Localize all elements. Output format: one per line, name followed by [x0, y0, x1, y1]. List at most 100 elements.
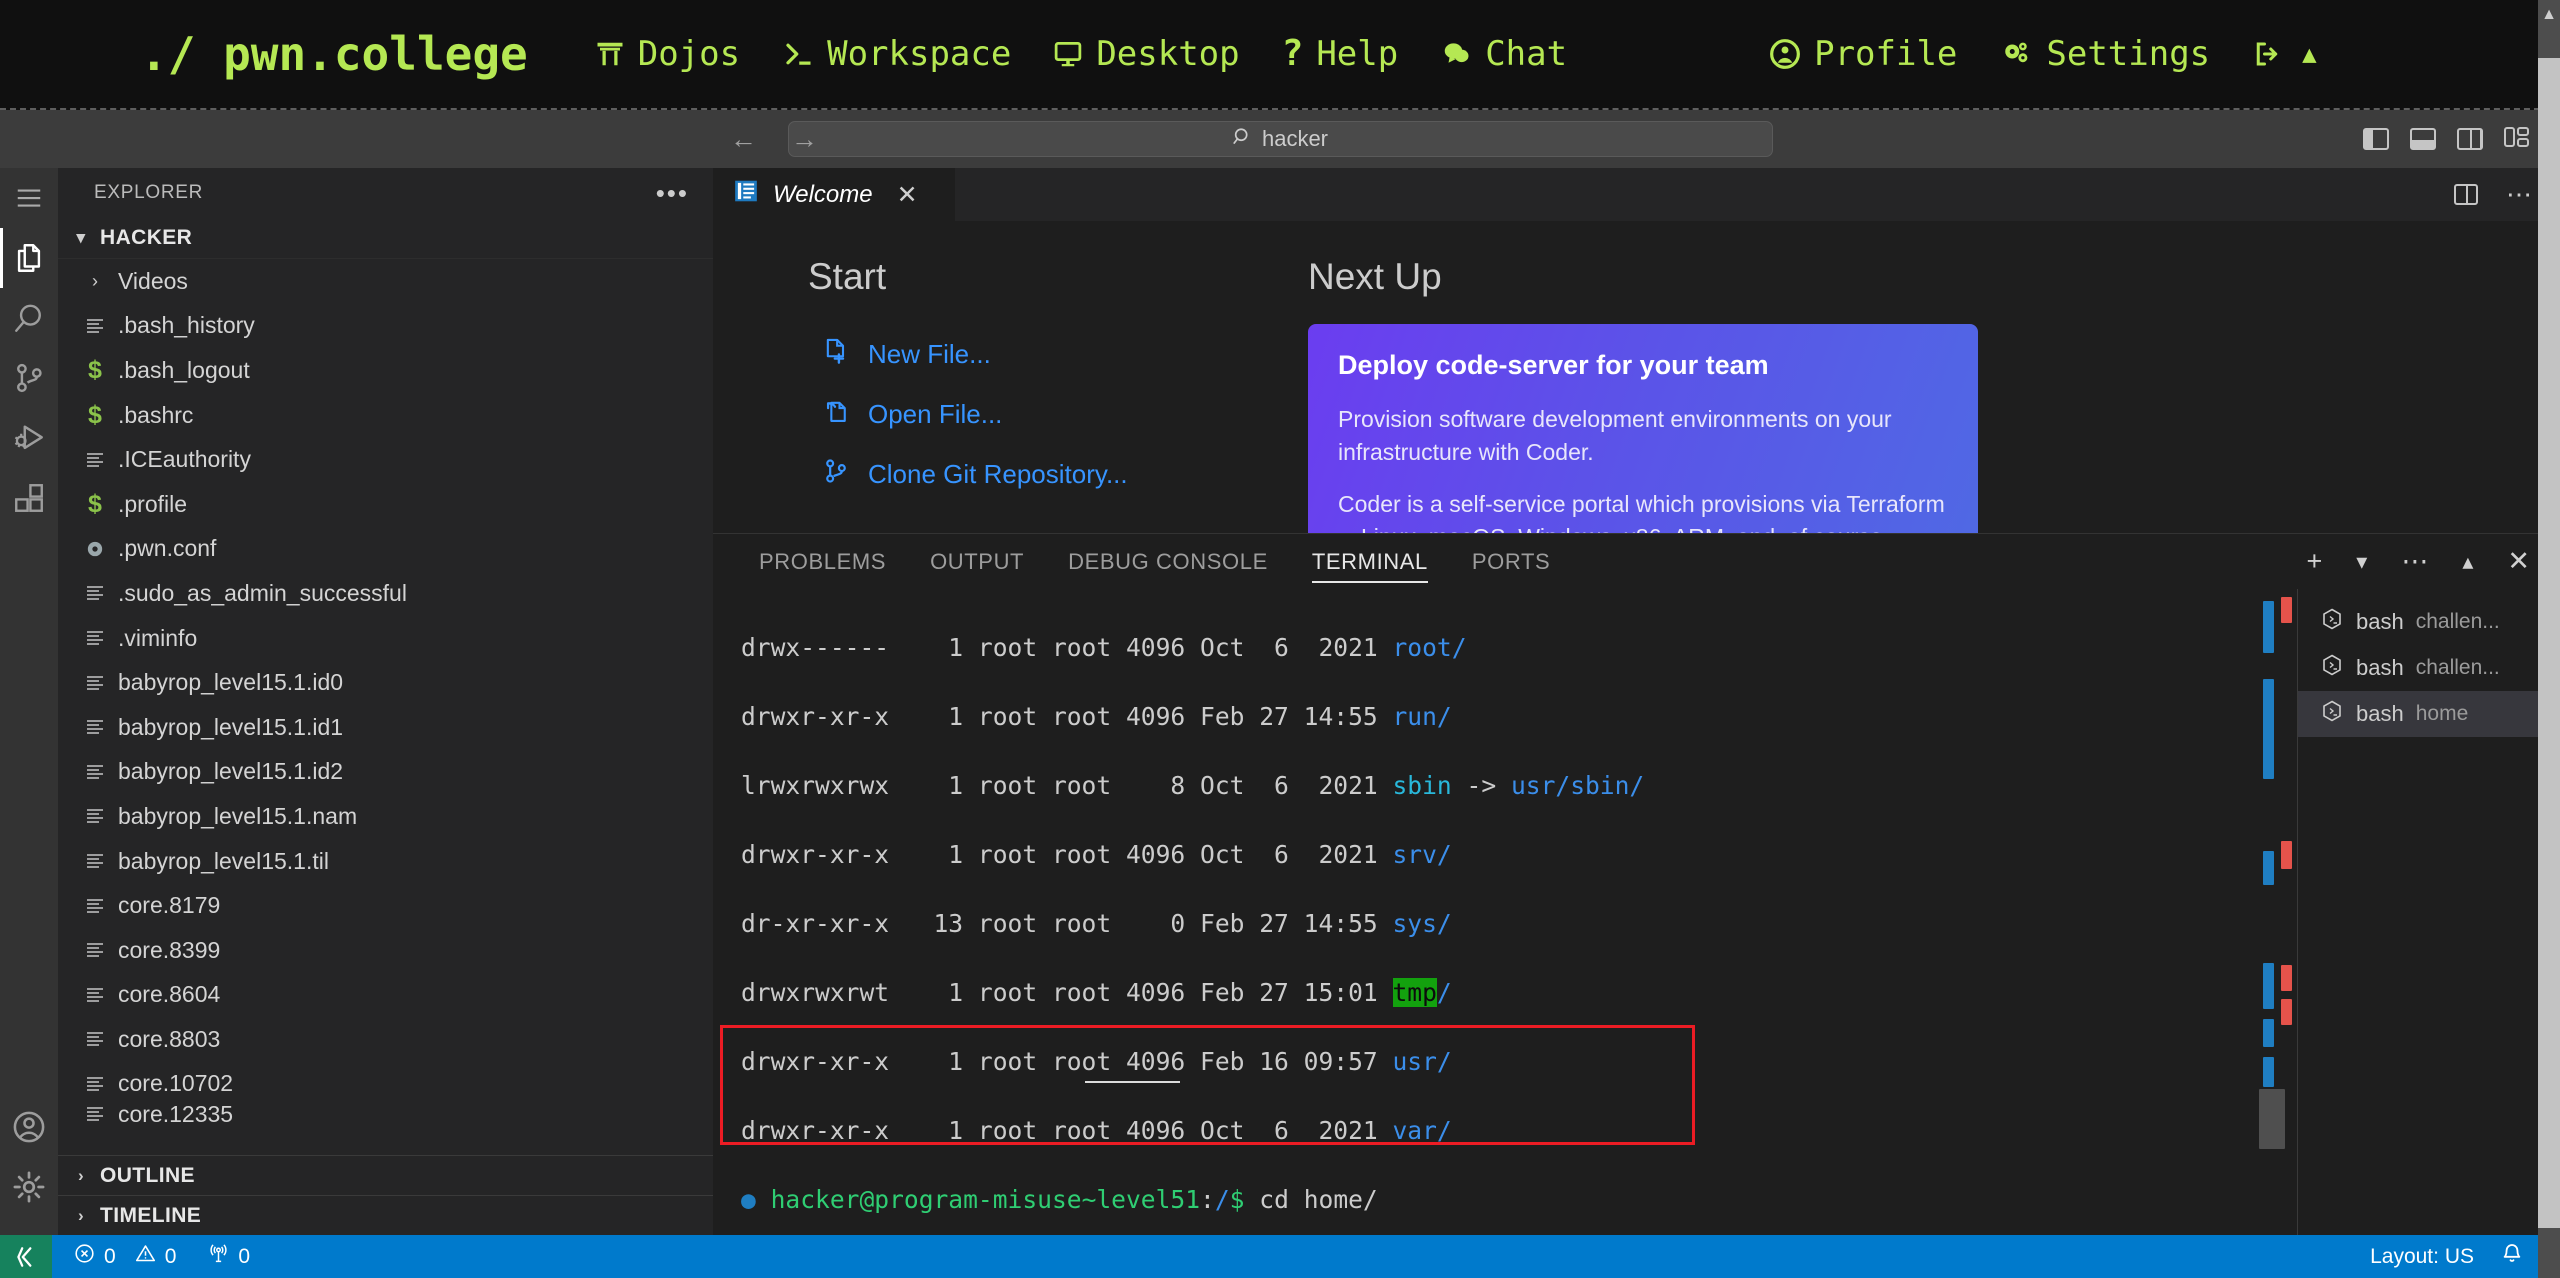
pwn-college-brand[interactable]: ./ pwn.college — [140, 27, 528, 81]
terminal-output[interactable]: drwx------ 1 root root 4096 Oct 6 2021 r… — [713, 589, 2259, 1235]
nav-link-settings[interactable]: Settings — [1978, 34, 2231, 74]
list-item[interactable]: babyrop_level15.1.id2 — [58, 750, 713, 795]
split-editor-icon[interactable] — [2454, 184, 2478, 205]
close-icon[interactable]: ✕ — [897, 180, 918, 210]
search-icon[interactable] — [0, 288, 58, 348]
error-marker[interactable] — [2281, 965, 2292, 991]
terminal-instance-active[interactable]: bash home — [2298, 691, 2560, 737]
command-marker[interactable] — [2263, 1019, 2274, 1047]
close-panel-icon[interactable]: ✕ — [2507, 548, 2530, 575]
list-item[interactable]: $ .profile — [58, 482, 713, 527]
toggle-primary-sidebar-icon[interactable] — [2363, 128, 2389, 150]
source-control-icon[interactable] — [0, 348, 58, 408]
extensions-icon[interactable] — [0, 468, 58, 528]
coder-promo-title: Deploy code-server for your team — [1338, 350, 1769, 380]
clone-git-repository-link[interactable]: Clone Git Repository... — [808, 444, 1368, 504]
file-name: .ICEauthority — [118, 446, 251, 473]
list-item[interactable]: .sudo_as_admin_successful — [58, 571, 713, 616]
nav-collapse-caret-icon[interactable]: ▲ — [2288, 40, 2330, 68]
page-scrollbar-thumb[interactable] — [2538, 58, 2560, 1228]
tab-debug-console[interactable]: DEBUG CONSOLE — [1046, 534, 1290, 589]
command-marker[interactable] — [2263, 601, 2274, 653]
tab-problems-label: PROBLEMS — [759, 548, 887, 574]
error-marker[interactable] — [2281, 999, 2292, 1025]
nav-link-dojos[interactable]: Dojos — [574, 34, 761, 74]
logout-icon — [2252, 39, 2282, 69]
logout-button[interactable] — [2231, 39, 2288, 69]
go-back-button[interactable]: ← — [730, 125, 757, 153]
new-file-link[interactable]: New File... — [808, 324, 1368, 384]
nav-link-profile[interactable]: Profile — [1748, 34, 1978, 74]
more-actions-icon[interactable]: ⋯ — [2506, 179, 2534, 210]
list-item[interactable]: babyrop_level15.1.id0 — [58, 660, 713, 705]
list-item[interactable]: $ .bashrc — [58, 393, 713, 438]
list-item[interactable]: .pwn.conf — [58, 527, 713, 572]
go-forward-button[interactable]: → — [791, 125, 818, 153]
list-item[interactable]: core.8803 — [58, 1017, 713, 1062]
terminal-line: drwxr-xr-x 1 root root 4096 Feb 27 14:55… — [741, 701, 1452, 731]
remote-window-icon[interactable] — [0, 1235, 52, 1278]
manage-settings-icon[interactable] — [0, 1157, 58, 1217]
tab-ports[interactable]: PORTS — [1450, 534, 1572, 589]
file-name: babyrop_level15.1.id2 — [118, 758, 344, 785]
command-marker[interactable] — [2263, 1057, 2274, 1087]
list-item[interactable]: babyrop_level15.1.id1 — [58, 705, 713, 750]
command-marker[interactable] — [2263, 851, 2274, 885]
nav-link-workspace[interactable]: Workspace — [761, 34, 1032, 74]
maximize-panel-icon[interactable]: ▴ — [2462, 550, 2473, 573]
status-problems[interactable]: 0 0 — [52, 1235, 190, 1278]
tab-terminal[interactable]: TERMINAL — [1290, 534, 1450, 589]
file-lines-icon — [82, 583, 108, 603]
customize-layout-icon[interactable] — [2504, 125, 2530, 154]
error-marker[interactable] — [2281, 597, 2292, 623]
chevron-down-icon[interactable]: ▾ — [2356, 550, 2367, 573]
list-item[interactable]: .ICEauthority — [58, 437, 713, 482]
keyboard-layout-label[interactable]: Layout: US — [2370, 1245, 2474, 1269]
clone-git-repository-label: Clone Git Repository... — [868, 458, 1128, 489]
list-item[interactable]: core.8179 — [58, 883, 713, 928]
list-item[interactable]: $ .bash_logout — [58, 348, 713, 393]
tab-problems[interactable]: PROBLEMS — [737, 534, 908, 589]
sidebar-item-outline[interactable]: › OUTLINE — [58, 1155, 713, 1195]
terminal-instance[interactable]: bash challen... — [2298, 599, 2560, 645]
terminal-instance[interactable]: bash challen... — [2298, 645, 2560, 691]
terminal-scrollbar-thumb[interactable] — [2259, 1089, 2285, 1149]
explorer-more-actions-icon[interactable]: ••• — [656, 178, 689, 209]
list-item[interactable]: .bash_history — [58, 304, 713, 349]
list-item[interactable]: .viminfo — [58, 616, 713, 661]
bell-icon[interactable] — [2500, 1242, 2524, 1272]
status-ports[interactable]: 0 — [190, 1235, 264, 1278]
list-item[interactable]: › Videos — [58, 259, 713, 304]
menu-icon[interactable] — [0, 168, 58, 228]
command-marker[interactable] — [2263, 679, 2274, 779]
list-item[interactable]: babyrop_level15.1.nam — [58, 794, 713, 839]
accounts-icon[interactable] — [0, 1097, 58, 1157]
nav-link-desktop[interactable]: Desktop — [1032, 34, 1260, 74]
list-item[interactable]: core.12335 — [58, 1106, 713, 1122]
panel-more-actions-icon[interactable]: ⋯ — [2401, 548, 2428, 575]
sidebar-item-timeline[interactable]: › TIMELINE — [58, 1195, 713, 1235]
new-terminal-icon[interactable]: + — [2307, 548, 2323, 575]
tab-output[interactable]: OUTPUT — [908, 534, 1046, 589]
list-item[interactable]: babyrop_level15.1.til — [58, 839, 713, 884]
file-lines-icon — [82, 985, 108, 1005]
toggle-panel-icon[interactable] — [2410, 128, 2436, 150]
nav-link-help[interactable]: ? Help — [1261, 34, 1420, 74]
list-item[interactable]: core.10702 — [58, 1062, 713, 1107]
explorer-icon[interactable] — [0, 228, 58, 288]
scroll-up-arrow-icon[interactable]: ▲ — [2538, 0, 2560, 30]
coder-promo-card[interactable]: Deploy code-server for your team Provisi… — [1308, 324, 1978, 533]
error-marker[interactable] — [2281, 841, 2292, 869]
toggle-secondary-sidebar-icon[interactable] — [2457, 128, 2483, 150]
command-marker[interactable] — [2263, 963, 2274, 1009]
explorer-root-folder[interactable]: ▾ HACKER — [58, 218, 713, 258]
tab-welcome[interactable]: Welcome ✕ — [713, 168, 956, 221]
run-and-debug-icon[interactable] — [0, 408, 58, 468]
list-item[interactable]: core.8604 — [58, 973, 713, 1018]
list-item[interactable]: core.8399 — [58, 928, 713, 973]
open-file-link[interactable]: Open File... — [808, 384, 1368, 444]
nav-link-chat[interactable]: Chat — [1419, 34, 1588, 74]
file-tree[interactable]: › Videos .bash_history $ .bash_logout $ … — [58, 258, 713, 1155]
command-center-search[interactable]: hacker — [787, 121, 1773, 157]
page-scrollbar[interactable]: ▲ — [2538, 0, 2560, 1278]
